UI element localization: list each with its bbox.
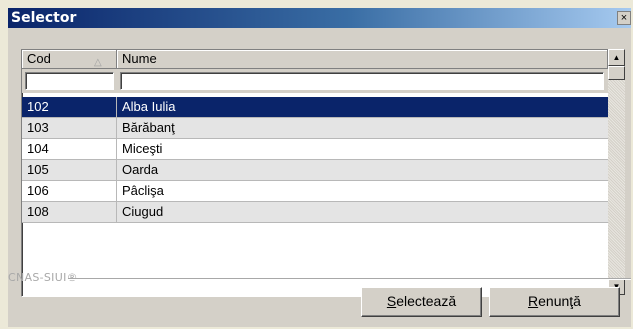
column-header-cod[interactable]: Cod △	[22, 50, 117, 69]
select-label: electează	[396, 293, 457, 309]
nume-cell: Pâclişa	[122, 183, 164, 198]
nume-cell: Alba Iulia	[122, 99, 176, 114]
table-row[interactable]: 106 Pâclişa	[22, 181, 608, 202]
data-grid[interactable]: Cod △ Nume 102 Alba Iulia 103 Bărăbanţ 1…	[21, 49, 609, 297]
footer-divider	[68, 278, 631, 280]
table-row[interactable]: 108 Ciugud	[22, 202, 608, 223]
close-icon[interactable]: ×	[617, 11, 631, 25]
nume-cell: Oarda	[122, 162, 159, 177]
scroll-up-icon[interactable]: ▲	[608, 49, 625, 66]
cancel-button[interactable]: Renunţă	[489, 287, 620, 317]
table-row[interactable]: 104 Miceşti	[22, 139, 608, 160]
cod-cell: 108	[22, 202, 117, 222]
nume-cell: Miceşti	[122, 141, 163, 156]
selector-window: Selector × Cod △ Nume 102 Alba Iulia 103…	[0, 0, 633, 329]
vertical-scrollbar[interactable]: ▲ ▼	[608, 49, 625, 295]
cancel-label: enunţă	[538, 293, 581, 309]
cod-cell: 105	[22, 160, 117, 180]
grid-rows: 102 Alba Iulia 103 Bărăbanţ 104 Miceşti …	[22, 97, 608, 223]
column-header-nume[interactable]: Nume	[117, 50, 608, 69]
title-bar[interactable]: Selector ×	[8, 8, 631, 28]
cod-cell: 102	[22, 97, 117, 117]
nume-cell: Bărăbanţ	[122, 120, 175, 135]
cod-cell: 103	[22, 118, 117, 138]
window-title: Selector	[11, 10, 77, 26]
filter-row	[22, 69, 608, 93]
nume-filter-input[interactable]	[120, 72, 604, 90]
table-row[interactable]: 105 Oarda	[22, 160, 608, 181]
select-accel: S	[386, 293, 397, 309]
scroll-thumb[interactable]	[608, 66, 625, 80]
nume-cell: Ciugud	[122, 204, 164, 219]
cod-cell: 106	[22, 181, 117, 201]
cancel-accel: R	[528, 293, 539, 309]
cod-filter-input[interactable]	[25, 72, 114, 90]
column-header-label: Cod	[27, 51, 51, 66]
dialog-body: Cod △ Nume 102 Alba Iulia 103 Bărăbanţ 1…	[8, 28, 631, 327]
table-row[interactable]: 103 Bărăbanţ	[22, 118, 608, 139]
column-header-label: Nume	[122, 51, 157, 66]
cod-cell: 104	[22, 139, 117, 159]
select-button[interactable]: Selectează	[361, 287, 482, 317]
table-row[interactable]: 102 Alba Iulia	[22, 97, 608, 118]
